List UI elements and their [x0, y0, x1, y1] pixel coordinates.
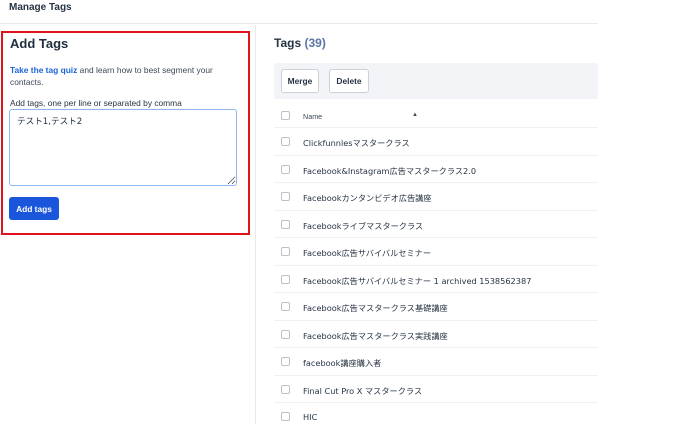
- tag-name[interactable]: Facebook広告マスタークラス実践講座: [303, 330, 448, 342]
- sort-ascending-icon[interactable]: ▲: [412, 112, 418, 118]
- table-row[interactable]: Facebook広告サバイバルセミナー: [274, 238, 598, 266]
- row-checkbox[interactable]: [281, 384, 290, 394]
- table-row[interactable]: HIC: [274, 403, 598, 424]
- table-row[interactable]: Facebook広告サバイバルセミナー 1 archived 153856238…: [274, 266, 598, 293]
- tag-name[interactable]: HIC: [303, 412, 317, 422]
- tags-input[interactable]: [9, 109, 237, 186]
- tag-name[interactable]: Facebook広告マスタークラス基礎講座: [303, 302, 448, 314]
- add-tags-button[interactable]: Add tags: [9, 197, 59, 220]
- tag-quiz-link[interactable]: Take the tag quiz: [10, 65, 77, 75]
- row-checkbox[interactable]: [281, 357, 290, 366]
- row-checkbox[interactable]: [281, 219, 290, 229]
- row-checkbox[interactable]: [281, 274, 290, 284]
- add-tags-title: Add Tags: [10, 36, 69, 51]
- page-margin: [598, 0, 683, 424]
- row-checkbox[interactable]: [281, 329, 290, 339]
- select-all-checkbox[interactable]: [281, 111, 290, 120]
- row-checkbox[interactable]: [281, 412, 290, 421]
- tag-name[interactable]: Facebook広告サバイバルセミナー 1 archived 153856238…: [303, 275, 531, 287]
- row-checkbox[interactable]: [281, 302, 290, 311]
- tag-name[interactable]: Facebook&Instagram広告マスタークラス2.0: [303, 165, 476, 177]
- tag-name[interactable]: Facebookカンタンビデオ広告講座: [303, 192, 432, 204]
- table-row[interactable]: Facebookライブマスタークラス: [274, 211, 598, 238]
- add-tags-intro: Take the tag quiz and learn how to best …: [10, 64, 238, 88]
- table-row[interactable]: Facebook広告マスタークラス実践講座: [274, 321, 598, 348]
- table-row[interactable]: Facebook&Instagram広告マスタークラス2.0: [274, 156, 598, 183]
- tag-name[interactable]: facebook講座購入者: [303, 357, 381, 369]
- tags-toolbar: Merge Delete: [274, 63, 598, 99]
- page-header: Manage Tags: [0, 0, 600, 24]
- row-checkbox[interactable]: [281, 192, 290, 201]
- table-row[interactable]: Facebookカンタンビデオ広告講座: [274, 183, 598, 211]
- tags-title: Tags (39): [274, 36, 326, 50]
- table-header-row: Name ▲: [274, 103, 598, 128]
- tag-name[interactable]: Final Cut Pro X マスタークラス: [303, 385, 422, 397]
- page-title: Manage Tags: [9, 2, 72, 13]
- row-checkbox[interactable]: [281, 137, 290, 146]
- merge-button[interactable]: Merge: [281, 69, 319, 93]
- table-row[interactable]: Clickfunnlesマスタークラス: [274, 128, 598, 156]
- table-row[interactable]: facebook講座購入者: [274, 348, 598, 376]
- tag-name[interactable]: Clickfunnlesマスタークラス: [303, 137, 410, 149]
- tags-rows: Clickfunnlesマスタークラス Facebook&Instagram広告マ…: [274, 128, 598, 424]
- name-column-header[interactable]: Name: [303, 112, 322, 121]
- table-row[interactable]: Facebook広告マスタークラス基礎講座: [274, 293, 598, 321]
- tag-name[interactable]: Facebook広告サバイバルセミナー: [303, 247, 431, 259]
- row-checkbox[interactable]: [281, 164, 290, 174]
- tags-count: (39): [304, 36, 326, 50]
- delete-button[interactable]: Delete: [329, 69, 369, 93]
- tags-field-label: Add tags, one per line or separated by c…: [10, 98, 182, 108]
- tags-table: Name ▲ Clickfunnlesマスタークラス Facebook&Insta…: [274, 103, 598, 424]
- row-checkbox[interactable]: [281, 247, 290, 256]
- table-row[interactable]: Final Cut Pro X マスタークラス: [274, 376, 598, 403]
- tags-title-text: Tags: [274, 36, 302, 50]
- tag-name[interactable]: Facebookライブマスタークラス: [303, 220, 423, 232]
